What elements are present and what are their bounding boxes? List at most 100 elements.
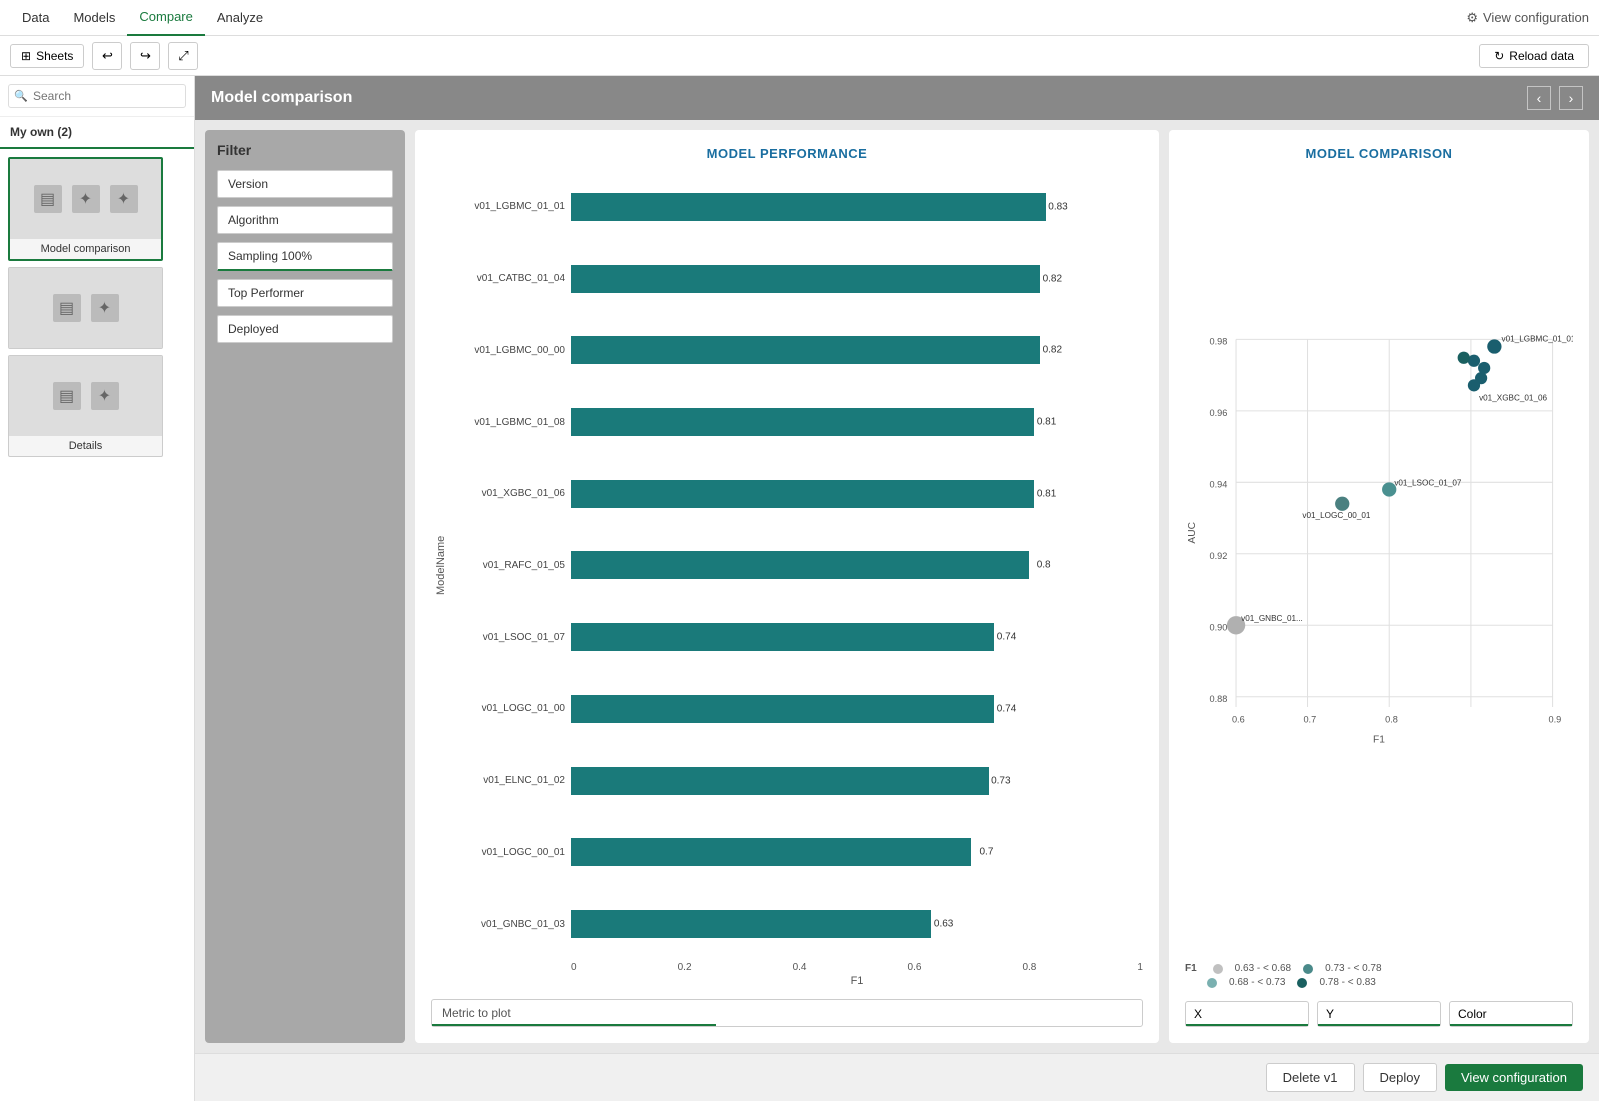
x-tick: 0.6 — [908, 962, 922, 973]
svg-text:0.6: 0.6 — [1232, 714, 1245, 724]
point-xgbc0106[interactable] — [1468, 379, 1480, 391]
x-tick: 0.2 — [678, 962, 692, 973]
svg-text:F1: F1 — [1373, 735, 1385, 746]
svg-text:0.94: 0.94 — [1210, 479, 1228, 489]
view-configuration-btn[interactable]: ⚙ View configuration — [1466, 10, 1589, 26]
search-icon: 🔍 — [14, 90, 28, 103]
sheet-label: Model comparison — [10, 239, 161, 259]
bar-value: 0.74 — [997, 632, 1016, 643]
axis-controls: X Y Color — [1185, 1001, 1573, 1027]
bar-row: v01_ELNC_01_020.73 — [455, 767, 1143, 795]
scatter-area: 0.98 0.96 0.94 0.92 0.90 0.88 AUC — [1185, 173, 1573, 955]
bar-value: 0.81 — [1037, 488, 1056, 499]
bar-track: 0.81 — [571, 408, 1143, 436]
point-logc0001[interactable] — [1335, 497, 1349, 511]
filter-panel: Filter Version Algorithm Sampling 100% T… — [205, 130, 405, 1043]
sheet-label-details: Details — [9, 436, 162, 456]
filter-sampling[interactable]: Sampling 100% — [217, 242, 393, 271]
toolbar-back-btn[interactable]: ↩ — [92, 42, 122, 70]
point-rafc0105[interactable] — [1458, 352, 1470, 364]
filter-top-performer[interactable]: Top Performer — [217, 279, 393, 307]
toolbar-forward-btn[interactable]: ↪ — [130, 42, 160, 70]
nav-prev-btn[interactable]: ‹ — [1527, 86, 1551, 110]
svg-text:v01_GNBC_01...: v01_GNBC_01... — [1241, 614, 1303, 623]
nav-next-btn[interactable]: › — [1559, 86, 1583, 110]
page-nav: ‹ › — [1527, 86, 1583, 110]
bar-track: 0.63 — [571, 910, 1143, 938]
x-tick: 0 — [571, 962, 577, 973]
sheet-icon-2a: ▤ — [53, 294, 81, 322]
sidebar: 🔍 My own (2) ▤ ✦ ✦ Model comparison ▤ ✦ — [0, 76, 195, 1101]
sheet-thumb-model-comparison[interactable]: ▤ ✦ ✦ Model comparison — [8, 157, 163, 261]
top-nav: Data Models Compare Analyze ⚙ View confi… — [0, 0, 1599, 36]
sheet-icon-puzzle: ✦ — [72, 185, 100, 213]
nav-data[interactable]: Data — [10, 0, 61, 36]
metric-to-plot[interactable]: Metric to plot — [431, 999, 1143, 1027]
bars-area: v01_LGBMC_01_010.83v01_CATBC_01_040.82v0… — [455, 173, 1143, 958]
deploy-btn[interactable]: Deploy — [1363, 1063, 1437, 1092]
bar-row: v01_LSOC_01_07 0.74 — [455, 623, 1143, 651]
bar-value: 0.74 — [997, 703, 1016, 714]
bar-track: 0.8 — [571, 551, 1143, 579]
legend-range-2: 0.68 - < 0.73 — [1229, 977, 1285, 988]
svg-text:0.8: 0.8 — [1385, 714, 1398, 724]
sheet-thumb-details[interactable]: ▤ ✦ Details — [8, 355, 163, 457]
sheets-icon: ⊞ — [21, 49, 31, 63]
bar-row: v01_GNBC_01_03 0.63 — [455, 910, 1143, 938]
reload-icon: ↻ — [1494, 49, 1504, 63]
filter-deployed[interactable]: Deployed — [217, 315, 393, 343]
x-tick: 0.4 — [793, 962, 807, 973]
sheets-button[interactable]: ⊞ Sheets — [10, 44, 84, 68]
delete-v1-btn[interactable]: Delete v1 — [1266, 1063, 1355, 1092]
bar-fill: 0.7 — [571, 838, 971, 866]
bar-track: 0.74 — [571, 623, 1143, 651]
bar-label: v01_GNBC_01_03 — [455, 919, 565, 930]
nav-compare[interactable]: Compare — [127, 0, 204, 36]
bar-fill: 0.82 — [571, 336, 1040, 364]
bar-track: 0.7 — [571, 838, 1143, 866]
nav-analyze[interactable]: Analyze — [205, 0, 275, 36]
bar-track: 0.82 — [571, 265, 1143, 293]
search-input[interactable] — [8, 84, 186, 108]
bar-track: 0.73 — [571, 767, 1143, 795]
legend-range-4: 0.78 - < 0.83 — [1319, 977, 1375, 988]
legend-title: F1 — [1185, 963, 1197, 974]
bar-fill: 0.74 — [571, 695, 994, 723]
reload-data-btn[interactable]: ↻ Reload data — [1479, 44, 1589, 68]
bar-label: v01_LOGC_01_00 — [455, 703, 565, 714]
bar-fill: 0.83 — [571, 193, 1046, 221]
bar-label: v01_XGBC_01_06 — [455, 488, 565, 499]
axis-x-ctrl[interactable]: X — [1185, 1001, 1309, 1027]
bar-fill: 0.81 — [571, 480, 1034, 508]
bar-fill: 0.74 — [571, 623, 994, 651]
axis-y-ctrl[interactable]: Y — [1317, 1001, 1441, 1027]
bar-value: 0.63 — [934, 919, 953, 930]
model-comparison-panel: MODEL COMPARISON 0.98 0.96 0.94 0.92 0.9… — [1169, 130, 1589, 1043]
svg-text:AUC: AUC — [1187, 522, 1198, 544]
toolbar-expand-btn[interactable]: ⤢ — [168, 42, 198, 70]
axis-color-ctrl[interactable]: Color — [1449, 1001, 1573, 1027]
point-lgbmc0101[interactable] — [1487, 339, 1501, 353]
legend-dot-1 — [1213, 964, 1223, 974]
bar-fill: 0.82 — [571, 265, 1040, 293]
view-config-bottom-btn[interactable]: View configuration — [1445, 1064, 1583, 1091]
bar-label: v01_LSOC_01_07 — [455, 632, 565, 643]
content-area: Model comparison ‹ › Filter Version Algo… — [195, 76, 1599, 1101]
nav-models[interactable]: Models — [61, 0, 127, 36]
scatter-plot: 0.98 0.96 0.94 0.92 0.90 0.88 AUC — [1185, 173, 1573, 955]
page-title: Model comparison — [211, 89, 352, 107]
filter-version[interactable]: Version — [217, 170, 393, 198]
filter-title: Filter — [217, 142, 393, 158]
x-axis-ticks-area: 00.20.40.60.81 — [571, 962, 1143, 973]
legend-range-1: 0.63 - < 0.68 — [1235, 963, 1291, 974]
bar-fill: 0.73 — [571, 767, 989, 795]
svg-text:0.98: 0.98 — [1210, 336, 1228, 346]
filter-algorithm[interactable]: Algorithm — [217, 206, 393, 234]
sidebar-search-area: 🔍 — [0, 76, 194, 117]
sheet-thumb-2[interactable]: ▤ ✦ — [8, 267, 163, 349]
bar-track: 0.82 — [571, 336, 1143, 364]
bar-value: 0.82 — [1043, 273, 1062, 284]
y-axis-label: ModelName — [431, 173, 451, 958]
x-tick: 0.8 — [1022, 962, 1036, 973]
main-layout: 🔍 My own (2) ▤ ✦ ✦ Model comparison ▤ ✦ — [0, 76, 1599, 1101]
